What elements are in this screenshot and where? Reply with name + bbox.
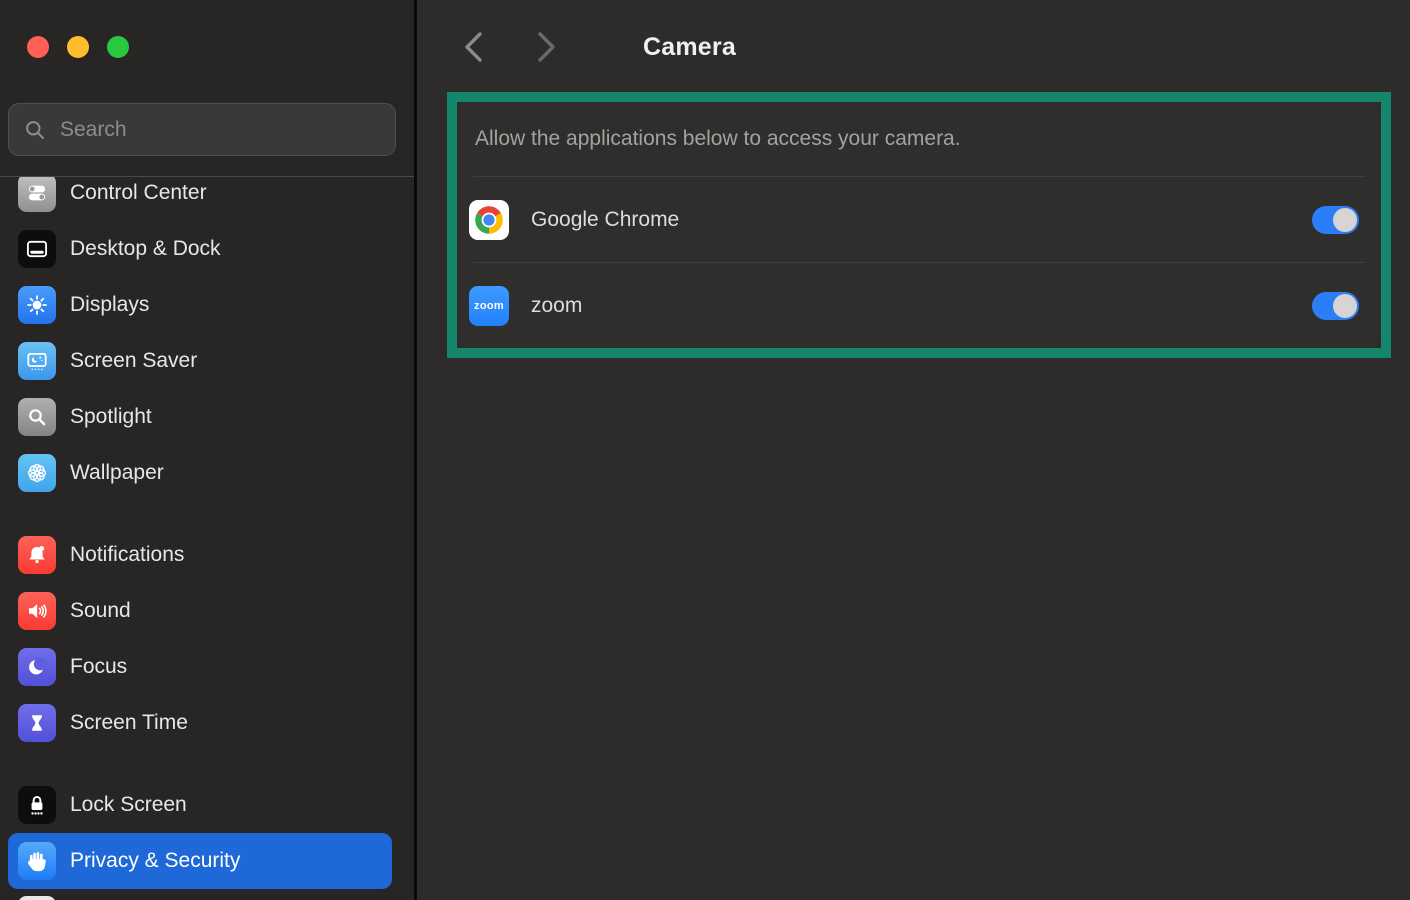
window-controls [27,36,129,58]
app-row-google-chrome: Google Chrome [457,177,1381,262]
close-button[interactable] [27,36,49,58]
spotlight-icon [18,398,56,436]
sidebar-item-focus[interactable]: Focus [0,639,414,695]
search-icon [23,118,47,142]
control-center-icon [18,177,56,212]
toggle-knob [1333,294,1357,318]
sidebar-item-label: Screen Saver [70,349,197,373]
lock-screen-icon [18,786,56,824]
back-button[interactable] [459,30,489,64]
chevron-left-icon [461,30,487,64]
sidebar-group-1: Control Center Desktop & Dock [0,177,414,501]
sound-icon [18,592,56,630]
search-field[interactable] [8,103,396,156]
google-chrome-camera-toggle[interactable] [1312,206,1359,234]
camera-permission-description: Allow the applications below to access y… [457,102,1381,176]
system-settings-window: Control Center Desktop & Dock [0,0,1410,900]
sidebar-item-label: Sound [70,599,131,623]
main-panel: Camera Allow the applications below to a… [417,0,1410,900]
sidebar-item-lock-screen[interactable]: Lock Screen [0,777,414,833]
sidebar-item-label: Displays [70,293,149,317]
wallpaper-icon [18,454,56,492]
sidebar-group-3: Lock Screen [0,777,414,889]
zoom-app-icon: zoom [469,286,509,326]
zoom-icon-label: zoom [474,300,504,312]
zoom-camera-toggle[interactable] [1312,292,1359,320]
sidebar-item-label: Notifications [70,543,184,567]
sidebar-item-label: Lock Screen [70,793,187,817]
sidebar-item-label: Screen Time [70,711,188,735]
page-title: Camera [643,33,736,62]
sidebar-item-label: Spotlight [70,405,152,429]
sidebar-item-screen-time[interactable]: Screen Time [0,695,414,751]
app-name: Google Chrome [531,208,1290,232]
sidebar-item-screen-saver[interactable]: Screen Saver [0,333,414,389]
sidebar-nav: Control Center Desktop & Dock [0,177,414,900]
camera-permissions-panel: Allow the applications below to access y… [457,102,1381,348]
sidebar-group-2: Notifications Sound [0,527,414,751]
sidebar-item-label: Focus [70,655,127,679]
notifications-icon [18,536,56,574]
zoom-button[interactable] [107,36,129,58]
search-input[interactable] [60,118,381,142]
sidebar-item-desktop-dock[interactable]: Desktop & Dock [0,221,414,277]
chevron-right-icon [533,30,559,64]
displays-icon [18,286,56,324]
minimize-button[interactable] [67,36,89,58]
sidebar-item-sound[interactable]: Sound [0,583,414,639]
sidebar: Control Center Desktop & Dock [0,0,417,900]
screen-saver-icon [18,342,56,380]
sidebar-item-label: Control Center [70,181,207,205]
sidebar-item-partial-icon [18,896,56,900]
sidebar-item-privacy-security[interactable]: Privacy & Security [8,833,392,889]
sidebar-item-spotlight[interactable]: Spotlight [0,389,414,445]
sidebar-item-notifications[interactable]: Notifications [0,527,414,583]
sidebar-item-control-center[interactable]: Control Center [0,177,414,221]
sidebar-item-label: Desktop & Dock [70,237,221,261]
focus-icon [18,648,56,686]
toggle-knob [1333,208,1357,232]
sidebar-item-displays[interactable]: Displays [0,277,414,333]
highlight-annotation-box: Allow the applications below to access y… [447,92,1391,358]
sidebar-item-label: Privacy & Security [70,849,240,873]
screen-time-icon [18,704,56,742]
sidebar-item-label: Wallpaper [70,461,164,485]
app-row-zoom: zoom zoom [457,263,1381,348]
main-header: Camera [459,30,736,64]
app-name: zoom [531,294,1290,318]
google-chrome-icon [469,200,509,240]
desktop-dock-icon [18,230,56,268]
privacy-security-icon [18,842,56,880]
forward-button[interactable] [531,30,561,64]
sidebar-item-wallpaper[interactable]: Wallpaper [0,445,414,501]
